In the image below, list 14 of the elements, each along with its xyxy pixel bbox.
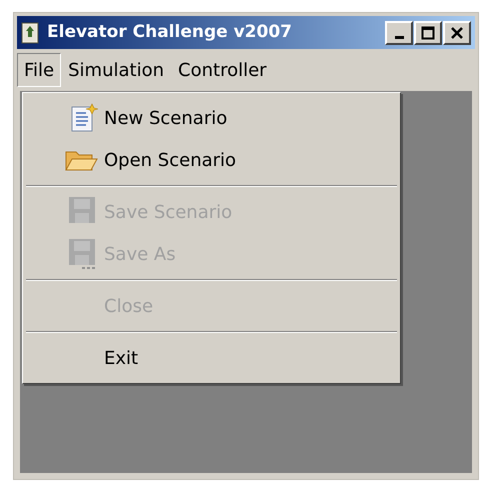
menu-bar-item[interactable]: Simulation — [61, 53, 172, 87]
maximize-button[interactable] — [414, 20, 442, 44]
menu-item[interactable]: Exit — [26, 337, 397, 379]
minimize-button[interactable] — [385, 20, 413, 44]
menu-bar-item[interactable]: File — [17, 53, 62, 87]
window-title: Elevator Challenge v2007 — [47, 20, 292, 44]
floppy-disk-icon — [68, 238, 98, 270]
menu-bar-item[interactable]: Controller — [171, 53, 274, 87]
maximize-icon — [421, 26, 435, 40]
close-icon — [450, 26, 464, 40]
close-button[interactable] — [443, 20, 471, 44]
menu-item[interactable]: New Scenario — [26, 97, 397, 139]
menu-item[interactable]: Open Scenario — [26, 139, 397, 181]
minimize-icon — [394, 36, 404, 39]
